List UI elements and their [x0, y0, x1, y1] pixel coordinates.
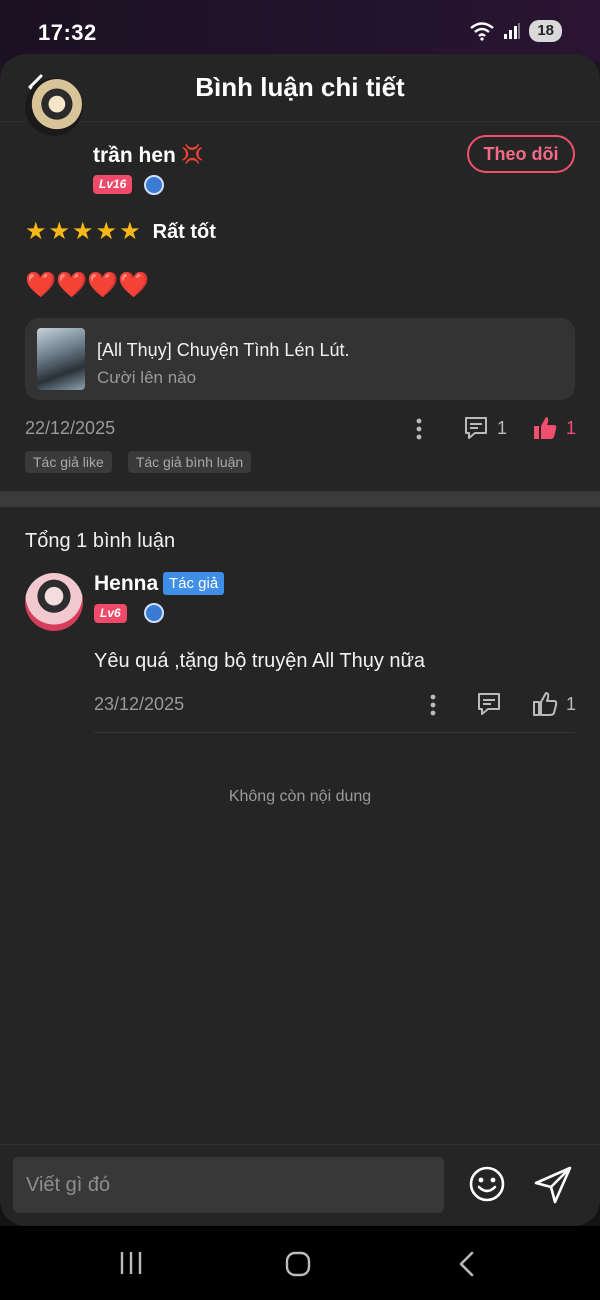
rating-stars: ★ ★ ★ ★ ★ Rất tốt: [25, 220, 216, 244]
more-icon[interactable]: [416, 418, 422, 440]
replier-name[interactable]: Henna: [94, 572, 158, 596]
tags: Tác giả like Tác giả bình luận: [25, 451, 252, 473]
status-time: 17:32: [38, 20, 97, 45]
home-icon[interactable]: [284, 1250, 312, 1278]
avatar[interactable]: [25, 78, 83, 136]
comment-icon: [465, 417, 487, 439]
page-title: Bình luận chi tiết: [195, 72, 405, 102]
verified-icon: [144, 603, 164, 623]
reply-divider: [94, 732, 575, 733]
emoji-icon[interactable]: [468, 1165, 506, 1203]
reply-date: 23/12/2025: [94, 694, 185, 714]
total-comments: Tổng 1 bình luận: [25, 530, 176, 552]
tag-author-commented: Tác giả bình luận: [127, 451, 252, 473]
star-icon: ★: [72, 218, 94, 245]
back-nav-icon[interactable]: [456, 1250, 478, 1278]
comment-count: 1: [497, 417, 508, 438]
review-text: ❤️❤️❤️❤️: [25, 272, 150, 298]
reply-text: Yêu quá ,tặng bộ truyện All Thụy nữa: [94, 650, 426, 672]
book-cover: [37, 328, 85, 390]
verified-icon: [144, 175, 164, 195]
book-subtitle: Cười lên nào: [97, 368, 197, 387]
comment-detail-sheet: Bình luận chi tiết trần hen 💢 Lv16 Theo …: [0, 54, 600, 1226]
like-count: 1: [566, 417, 577, 438]
tag-author-liked: Tác giả like: [25, 451, 112, 473]
book-card[interactable]: [All Thụy] Chuyện Tình Lén Lút. Cười lên…: [25, 318, 575, 400]
rating-label: Rất tốt: [152, 220, 216, 243]
thumbs-up-outline-icon: [533, 692, 558, 716]
thumbs-up-icon: [534, 417, 557, 439]
battery-indicator: 18: [529, 20, 562, 42]
star-icon: ★: [48, 218, 71, 245]
more-icon[interactable]: [430, 694, 436, 716]
reply-like-action[interactable]: 1: [532, 691, 576, 717]
wifi-icon: [470, 22, 495, 41]
system-nav-bar: [0, 1226, 600, 1300]
star-icon: ★: [119, 218, 141, 245]
author-badge: Tác giả: [163, 572, 225, 595]
reviewer-name[interactable]: trần hen: [93, 144, 176, 168]
follow-button[interactable]: Theo dõi: [467, 135, 575, 173]
signal-icon: [504, 23, 521, 39]
level-badge: Lv16: [93, 175, 133, 194]
comment-input-bar: [0, 1144, 600, 1226]
level-badge: Lv6: [94, 604, 127, 623]
reply-comment-icon[interactable]: [476, 691, 502, 717]
like-action[interactable]: 1: [532, 415, 576, 441]
reply-meta: 23/12/2025 1: [94, 690, 576, 720]
end-of-content: Không còn nội dung: [228, 788, 372, 805]
section-divider: [0, 491, 600, 507]
status-icons: 18: [469, 20, 562, 42]
comment-input[interactable]: [13, 1157, 444, 1213]
comment-action[interactable]: 1: [463, 415, 507, 441]
star-icon: ★: [25, 218, 47, 245]
reply-like-count: 1: [566, 693, 577, 714]
nav-header: Bình luận chi tiết: [0, 54, 600, 122]
avatar[interactable]: [25, 573, 83, 631]
review-meta: 22/12/2025 1 1: [25, 414, 576, 444]
star-icon: ★: [95, 218, 118, 245]
anger-icon: 💢: [181, 144, 204, 164]
heart-icon: ❤️❤️❤️❤️: [25, 271, 150, 299]
book-title: [All Thụy] Chuyện Tình Lén Lút.: [97, 340, 350, 360]
send-icon[interactable]: [533, 1165, 573, 1205]
status-bar: 17:32 18: [0, 0, 600, 62]
review-date: 22/12/2025: [25, 418, 116, 438]
recent-apps-icon[interactable]: [118, 1250, 144, 1276]
